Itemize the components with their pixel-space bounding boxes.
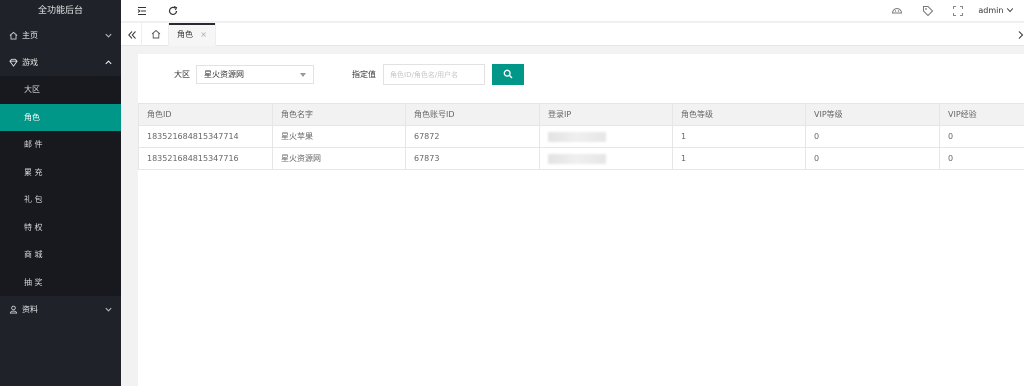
diamond-icon	[8, 49, 18, 78]
column-header[interactable]: 角色ID	[138, 103, 273, 126]
table-cell-ip	[539, 125, 673, 148]
role-table: 角色ID 角色名字 角色账号ID 登录IP 角色等级 VIP等级 VIP经验 1…	[138, 103, 1024, 170]
redacted-ip	[548, 153, 606, 164]
close-icon[interactable]: ×	[200, 23, 207, 46]
table-cell: 0	[939, 147, 1024, 170]
sidebar-item-home[interactable]: 主页	[0, 22, 121, 49]
tabs-next-button[interactable]	[1018, 23, 1024, 46]
sidebar-item-lottery[interactable]: 抽 奖	[0, 269, 121, 297]
menu-toggle-icon[interactable]	[135, 4, 149, 18]
double-chevron-left-icon	[128, 31, 136, 39]
fullscreen-icon[interactable]	[951, 4, 965, 18]
top-bar: admin	[121, 0, 1024, 22]
region-select-value: 星火资源网	[204, 70, 244, 79]
table-cell: 星火资源网	[272, 147, 406, 170]
sidebar-item-gift[interactable]: 礼 包	[0, 186, 121, 214]
value-label: 指定值	[352, 70, 376, 79]
sidebar-item-recharge[interactable]: 累 充	[0, 159, 121, 187]
chevron-up-icon	[105, 60, 112, 65]
refresh-icon[interactable]	[166, 4, 180, 18]
chevron-down-icon	[105, 33, 112, 38]
app-title: 全功能后台	[37, 6, 83, 16]
chevron-down-icon	[105, 307, 112, 312]
username: admin	[978, 6, 1004, 15]
column-header[interactable]: 登录IP	[539, 103, 673, 126]
column-header[interactable]: 角色等级	[672, 103, 806, 126]
sidebar-submenu-game: 大区 角色 邮 件 累 充 礼 包 特 权 商 城 抽 奖	[0, 76, 121, 296]
table-header-row: 角色ID 角色名字 角色账号ID 登录IP 角色等级 VIP等级 VIP经验	[138, 103, 1024, 126]
tab-role[interactable]: 角色 ×	[169, 23, 216, 46]
column-header[interactable]: VIP等级	[805, 103, 940, 126]
region-label: 大区	[174, 70, 190, 79]
column-header[interactable]: 角色名字	[272, 103, 406, 126]
table-row[interactable]: 183521684815347714 星火苹果 67872 1 0 0	[138, 125, 1024, 148]
tab-bar: 角色 ×	[121, 23, 1024, 46]
sidebar-item-label: 游戏	[22, 58, 38, 67]
table-cell: 0	[805, 125, 940, 148]
redacted-ip	[548, 131, 606, 142]
home-icon	[151, 29, 161, 39]
sidebar-item-role[interactable]: 角色	[0, 103, 121, 131]
tab-home[interactable]	[143, 23, 169, 46]
user-icon	[8, 296, 18, 325]
search-input[interactable]	[383, 64, 485, 85]
chevron-down-icon	[1006, 8, 1014, 13]
search-form: 大区 星火资源网 指定值	[138, 54, 1024, 100]
table-cell: 星火苹果	[272, 125, 406, 148]
sidebar-item-privilege[interactable]: 特 权	[0, 214, 121, 242]
sidebar-item-shop[interactable]: 商 城	[0, 241, 121, 269]
table-cell: 0	[939, 125, 1024, 148]
sidebar-item-region[interactable]: 大区	[0, 76, 121, 104]
chevron-right-icon	[1018, 31, 1024, 39]
search-icon	[503, 69, 513, 79]
table-row[interactable]: 183521684815347716 星火资源网 67873 1 0 0	[138, 147, 1024, 170]
table-cell: 1	[672, 125, 806, 148]
column-header[interactable]: VIP经验	[939, 103, 1024, 126]
user-menu[interactable]: admin	[978, 0, 1014, 22]
sidebar-item-label: 主页	[22, 31, 38, 40]
sidebar: 全功能后台 主页 游戏 大区 角色 邮 件 累 充 礼 包 特 权 商 城 抽 …	[0, 0, 121, 386]
table-cell: 1	[672, 147, 806, 170]
sidebar-item-mail[interactable]: 邮 件	[0, 131, 121, 159]
caret-down-icon	[300, 73, 306, 77]
sidebar-item-label: 资料	[22, 305, 38, 314]
table-cell: 183521684815347714	[138, 125, 273, 148]
table-cell: 67872	[405, 125, 540, 148]
table-cell: 183521684815347716	[138, 147, 273, 170]
search-button[interactable]	[492, 64, 524, 85]
content-panel: 大区 星火资源网 指定值 角色ID 角色名字 角色账号ID 登录IP 角色等级 …	[138, 54, 1024, 386]
sidebar-item-game[interactable]: 游戏	[0, 49, 121, 76]
table-cell: 0	[805, 147, 940, 170]
tab-label: 角色	[177, 30, 193, 39]
home-icon	[8, 22, 18, 51]
region-select[interactable]: 星火资源网	[196, 65, 314, 84]
table-cell-ip	[539, 147, 673, 170]
theme-icon[interactable]	[890, 4, 904, 18]
column-header[interactable]: 角色账号ID	[405, 103, 540, 126]
tabs-prev-button[interactable]	[121, 23, 142, 46]
tag-icon[interactable]	[921, 4, 935, 18]
sidebar-item-profile[interactable]: 资料	[0, 296, 121, 323]
table-cell: 67873	[405, 147, 540, 170]
